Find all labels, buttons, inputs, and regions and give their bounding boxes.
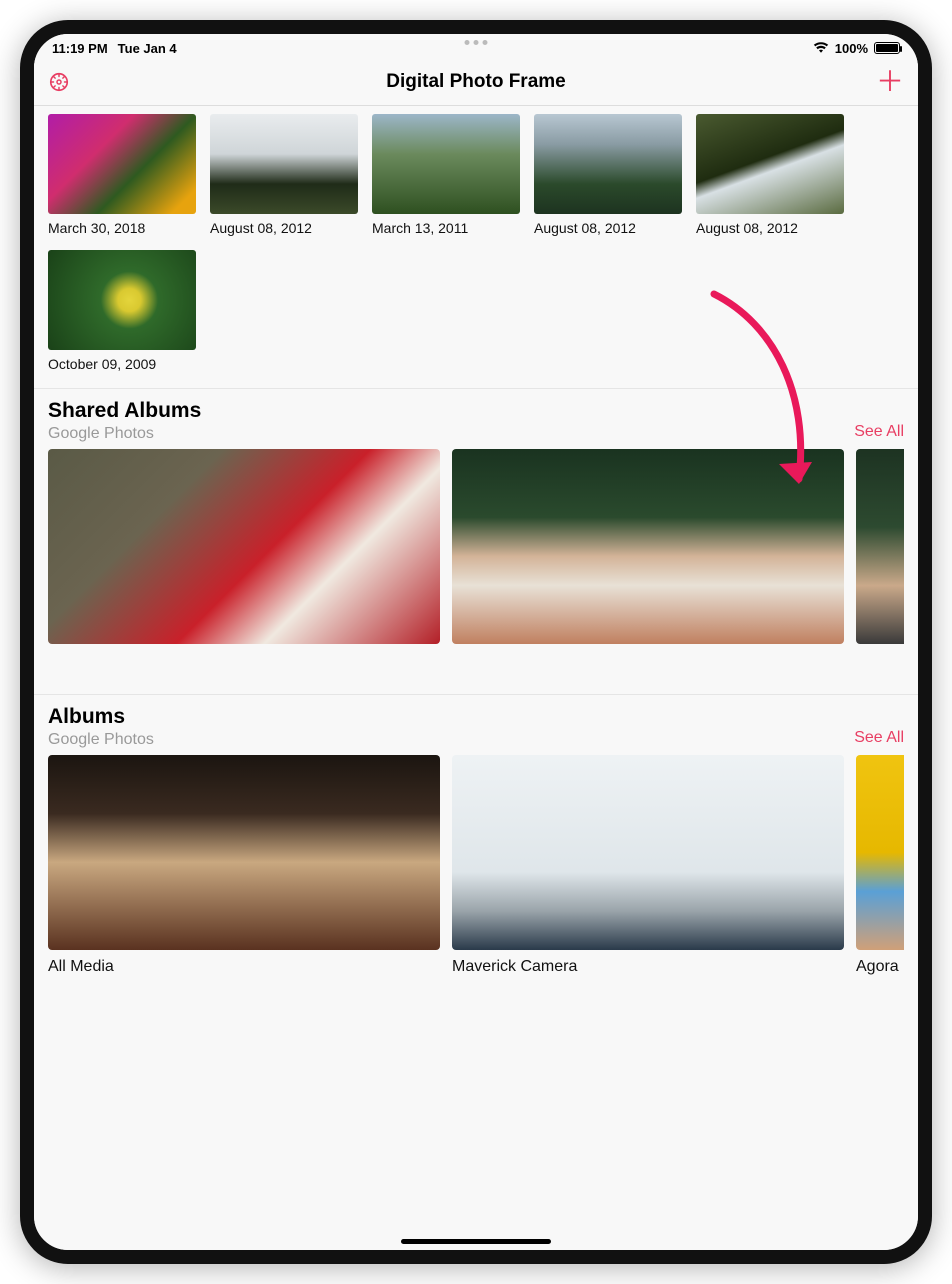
photo-item[interactable]: March 13, 2011 bbox=[372, 114, 520, 236]
shared-album-card[interactable] bbox=[48, 449, 440, 644]
albums-row[interactable]: All Media Maverick Camera Agora bbox=[48, 755, 904, 976]
home-indicator[interactable] bbox=[401, 1239, 551, 1244]
gear-icon bbox=[48, 71, 70, 93]
photo-thumb bbox=[696, 114, 844, 214]
section-subtitle: Google Photos bbox=[48, 425, 201, 443]
album-label: Maverick Camera bbox=[452, 958, 844, 976]
shared-album-card[interactable] bbox=[452, 449, 844, 644]
photo-thumb bbox=[372, 114, 520, 214]
photo-thumb bbox=[210, 114, 358, 214]
battery-percent: 100% bbox=[835, 41, 868, 56]
photo-date: March 30, 2018 bbox=[48, 220, 196, 236]
battery-icon bbox=[874, 42, 900, 54]
photo-item[interactable]: August 08, 2012 bbox=[534, 114, 682, 236]
album-thumb bbox=[452, 449, 844, 644]
album-label: Agora bbox=[856, 958, 904, 976]
shared-album-card[interactable] bbox=[856, 449, 904, 644]
screen: 11:19 PM Tue Jan 4 100% Digital Photo bbox=[34, 34, 918, 1250]
photo-date: August 08, 2012 bbox=[210, 220, 358, 236]
scroll-content[interactable]: March 30, 2018 August 08, 2012 March 13,… bbox=[34, 106, 918, 1250]
photo-thumb bbox=[48, 114, 196, 214]
nav-bar: Digital Photo Frame ＋ bbox=[34, 58, 918, 106]
photo-date: August 08, 2012 bbox=[696, 220, 844, 236]
photo-item[interactable]: March 30, 2018 bbox=[48, 114, 196, 236]
album-card[interactable]: All Media bbox=[48, 755, 440, 976]
photo-date: March 13, 2011 bbox=[372, 220, 520, 236]
see-all-link[interactable]: See All bbox=[854, 423, 904, 443]
album-thumb bbox=[856, 449, 904, 644]
photo-grid: March 30, 2018 August 08, 2012 March 13,… bbox=[34, 106, 918, 388]
section-shared-albums: Shared Albums Google Photos See All bbox=[34, 388, 918, 664]
status-bar: 11:19 PM Tue Jan 4 100% bbox=[34, 34, 918, 58]
settings-button[interactable] bbox=[48, 71, 70, 93]
plus-icon: ＋ bbox=[876, 66, 904, 97]
photo-item[interactable]: August 08, 2012 bbox=[210, 114, 358, 236]
see-all-link[interactable]: See All bbox=[854, 729, 904, 749]
shared-albums-row[interactable] bbox=[48, 449, 904, 644]
page-title: Digital Photo Frame bbox=[386, 71, 565, 93]
add-button[interactable]: ＋ bbox=[876, 68, 904, 96]
album-thumb bbox=[856, 755, 904, 950]
album-card[interactable]: Agora bbox=[856, 755, 904, 976]
album-thumb bbox=[452, 755, 844, 950]
photo-item[interactable]: August 08, 2012 bbox=[696, 114, 844, 236]
grabber-dots-icon bbox=[465, 40, 488, 45]
wifi-icon bbox=[813, 42, 829, 54]
photo-date: October 09, 2009 bbox=[48, 356, 196, 372]
section-title: Shared Albums bbox=[48, 399, 201, 423]
section-albums: Albums Google Photos See All All Media M… bbox=[34, 694, 918, 996]
album-thumb bbox=[48, 755, 440, 950]
photo-item[interactable]: October 09, 2009 bbox=[48, 250, 196, 372]
photo-date: August 08, 2012 bbox=[534, 220, 682, 236]
status-date: Tue Jan 4 bbox=[118, 41, 177, 56]
photo-thumb bbox=[534, 114, 682, 214]
section-subtitle: Google Photos bbox=[48, 731, 154, 749]
status-time: 11:19 PM bbox=[52, 41, 108, 56]
album-card[interactable]: Maverick Camera bbox=[452, 755, 844, 976]
album-label: All Media bbox=[48, 958, 440, 976]
section-title: Albums bbox=[48, 705, 154, 729]
album-thumb bbox=[48, 449, 440, 644]
photo-thumb bbox=[48, 250, 196, 350]
ipad-frame: 11:19 PM Tue Jan 4 100% Digital Photo bbox=[20, 20, 932, 1264]
